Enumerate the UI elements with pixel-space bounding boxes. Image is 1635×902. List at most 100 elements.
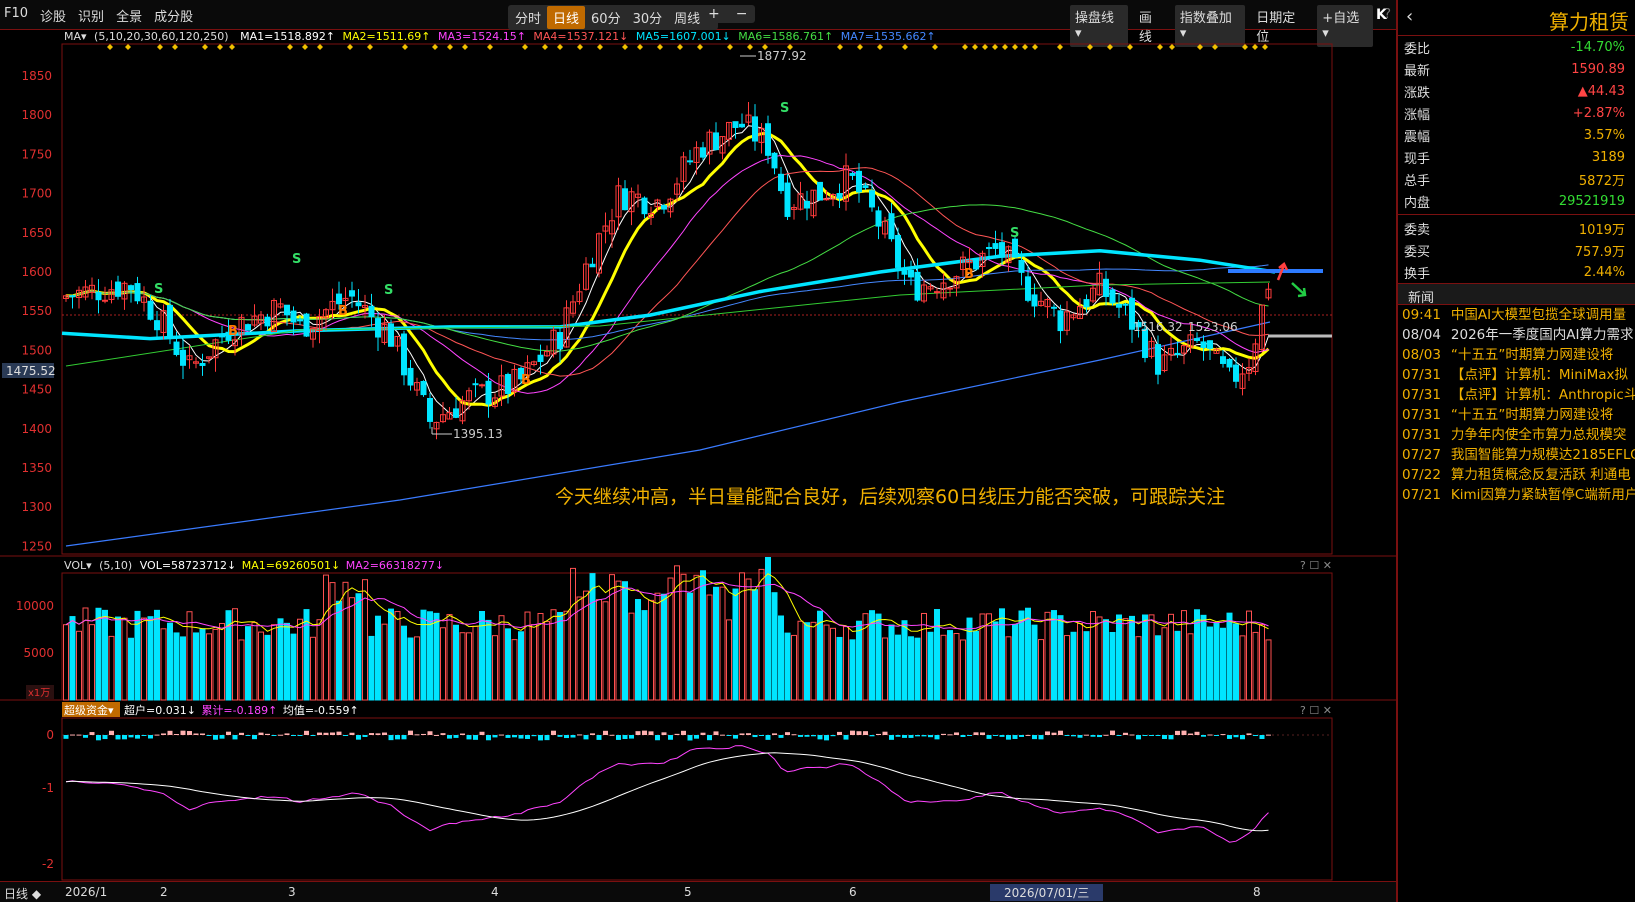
ma-legend[interactable]: MA▾ (5,10,20,30,60,120,250) MA1=1518.892… bbox=[64, 30, 936, 43]
ma7-value: MA7=1535.662↑ bbox=[841, 30, 936, 43]
news-date: 08/04 bbox=[1402, 327, 1441, 343]
volume-bar bbox=[89, 624, 95, 701]
ma2-value: MA2=1511.69↑ bbox=[343, 30, 431, 43]
quote-separator bbox=[1398, 214, 1635, 215]
zoom-in-button[interactable]: + bbox=[700, 5, 728, 23]
vol-panel-controls[interactable]: ? ☐ ✕ bbox=[1300, 559, 1332, 572]
news-item[interactable]: 07/27 我国智能算力规模达2185EFLO bbox=[1398, 445, 1635, 465]
period-60min[interactable]: 60分 bbox=[585, 6, 627, 29]
fund-bar bbox=[1227, 735, 1232, 739]
fund-bar bbox=[401, 735, 407, 740]
collapse-icon[interactable]: K bbox=[1376, 7, 1387, 23]
volume-bar bbox=[843, 626, 849, 701]
toolbar-left: F10 诊股 识别 全景 成分股 bbox=[4, 6, 193, 25]
price-axis-label: 1650 bbox=[21, 226, 52, 240]
volume-bar bbox=[128, 637, 134, 701]
volume-bar bbox=[531, 624, 537, 701]
signal-diamond bbox=[637, 44, 643, 50]
fund-bar bbox=[180, 730, 186, 735]
candle-body bbox=[388, 323, 394, 347]
zoom-out-button[interactable]: − bbox=[728, 5, 756, 23]
volume-bar bbox=[401, 625, 407, 701]
fund-bar bbox=[1084, 734, 1089, 736]
volume-bar bbox=[1057, 615, 1064, 701]
volume-bar bbox=[758, 568, 765, 701]
volume-bar bbox=[765, 556, 771, 701]
volume-bar bbox=[1135, 636, 1142, 701]
volume-bar bbox=[147, 616, 154, 701]
fund-bar bbox=[772, 733, 777, 735]
fund-axis-0: 0 bbox=[46, 728, 54, 742]
vol-legend[interactable]: VOL▾ (5,10) VOL=58723712↓ MA1=69260501↓ … bbox=[64, 559, 444, 572]
period-intraday[interactable]: 分时 bbox=[509, 6, 547, 29]
volume-bar bbox=[1018, 610, 1025, 701]
f10-button[interactable]: F10 bbox=[4, 6, 28, 25]
signal-diamond bbox=[432, 44, 438, 50]
fund-bar bbox=[271, 735, 277, 736]
volume-bar bbox=[791, 634, 797, 701]
period-daily[interactable]: 日线 bbox=[547, 6, 586, 29]
fund-super-value: 超户=0.031↓ bbox=[124, 703, 196, 717]
diagnose-button[interactable]: 诊股 bbox=[40, 6, 66, 25]
fund-bar bbox=[161, 733, 166, 735]
quote-value: 757.9万 bbox=[1574, 244, 1625, 260]
signal-diamond bbox=[317, 44, 323, 50]
volume-bar bbox=[1207, 626, 1213, 701]
volume-bar bbox=[596, 599, 602, 701]
quote-value: 1590.89 bbox=[1571, 61, 1625, 77]
fund-bar bbox=[531, 735, 537, 737]
news-item[interactable]: 07/31 【点评】计算机：Anthropic斗 bbox=[1398, 385, 1635, 405]
vol-legend-label[interactable]: VOL▾ bbox=[64, 559, 92, 572]
volume-bar bbox=[472, 625, 479, 701]
kline-chart[interactable]: MA▾ (5,10,20,30,60,120,250) MA1=1518.892… bbox=[0, 30, 1396, 882]
fund-bar bbox=[382, 732, 387, 735]
signal-diamond bbox=[1107, 44, 1113, 50]
candle-body bbox=[732, 121, 739, 128]
news-header[interactable]: 新闻 bbox=[1398, 283, 1635, 306]
news-item[interactable]: 08/04 2026年一季度国内AI算力需求 bbox=[1398, 325, 1635, 345]
fund-bar bbox=[1110, 730, 1115, 735]
volume-bar bbox=[160, 628, 167, 701]
fund-bar bbox=[999, 735, 1005, 737]
price-axis-label: 1850 bbox=[21, 69, 52, 83]
back-chevron-icon[interactable]: ‹ bbox=[1406, 6, 1413, 27]
news-date: 07/31 bbox=[1402, 427, 1441, 443]
price-axis: 1850 1800 1750 1700 1650 1600 1550 1500 1450 1400… bbox=[21, 69, 52, 553]
candle-body bbox=[479, 384, 485, 387]
fund-panel-controls[interactable]: ? ☐ ✕ bbox=[1300, 704, 1332, 717]
fund-bar bbox=[278, 734, 283, 736]
identify-button[interactable]: 识别 bbox=[78, 6, 104, 25]
signal-diamond bbox=[597, 44, 603, 50]
volume-bar bbox=[368, 635, 375, 701]
volume-bar bbox=[1252, 631, 1259, 701]
candle-body bbox=[986, 246, 992, 249]
news-item[interactable]: 07/31 【点评】计算机：MiniMax拟 bbox=[1398, 365, 1635, 385]
fund-bar bbox=[213, 735, 218, 740]
signal-diamond bbox=[992, 44, 998, 50]
quote-label: 换手 bbox=[1404, 266, 1431, 282]
components-button[interactable]: 成分股 bbox=[154, 6, 193, 25]
volume-bar bbox=[1031, 624, 1038, 701]
signal-diamond bbox=[982, 44, 988, 50]
overview-button[interactable]: 全景 bbox=[116, 6, 142, 25]
period-30min[interactable]: 30分 bbox=[627, 6, 669, 29]
candle-body bbox=[856, 170, 862, 193]
quote-value: +2.87% bbox=[1572, 105, 1625, 121]
period-indicator[interactable]: 日线 ◆ bbox=[4, 885, 41, 902]
news-item[interactable]: 07/22 算力租赁概念反复活跃 利通电 bbox=[1398, 465, 1635, 485]
news-item[interactable]: 07/31 “十五五”时期算力网建设将 bbox=[1398, 405, 1635, 425]
ma-legend-label[interactable]: MA▾ bbox=[64, 30, 87, 43]
news-item[interactable]: 07/31 力争年内使全市算力总规模突 bbox=[1398, 425, 1635, 445]
candle-body bbox=[771, 152, 778, 169]
volume-bar bbox=[895, 634, 901, 701]
volume-bar bbox=[1220, 627, 1226, 701]
fund-bar bbox=[291, 735, 296, 736]
candle-body bbox=[1012, 238, 1018, 258]
volume-bar bbox=[219, 622, 225, 701]
news-item[interactable]: 08/03 “十五五”时期算力网建设将 bbox=[1398, 345, 1635, 365]
fund-indicator-dropdown[interactable]: 超级资金▾ bbox=[64, 703, 114, 717]
news-item[interactable]: 07/21 Kimi因算力紧缺暂停C端新用户 bbox=[1398, 485, 1635, 505]
news-item[interactable]: 09:41 中国AI大模型包揽全球调用量 bbox=[1398, 305, 1635, 325]
volume-bar bbox=[167, 622, 173, 701]
volume-bar bbox=[622, 581, 628, 701]
